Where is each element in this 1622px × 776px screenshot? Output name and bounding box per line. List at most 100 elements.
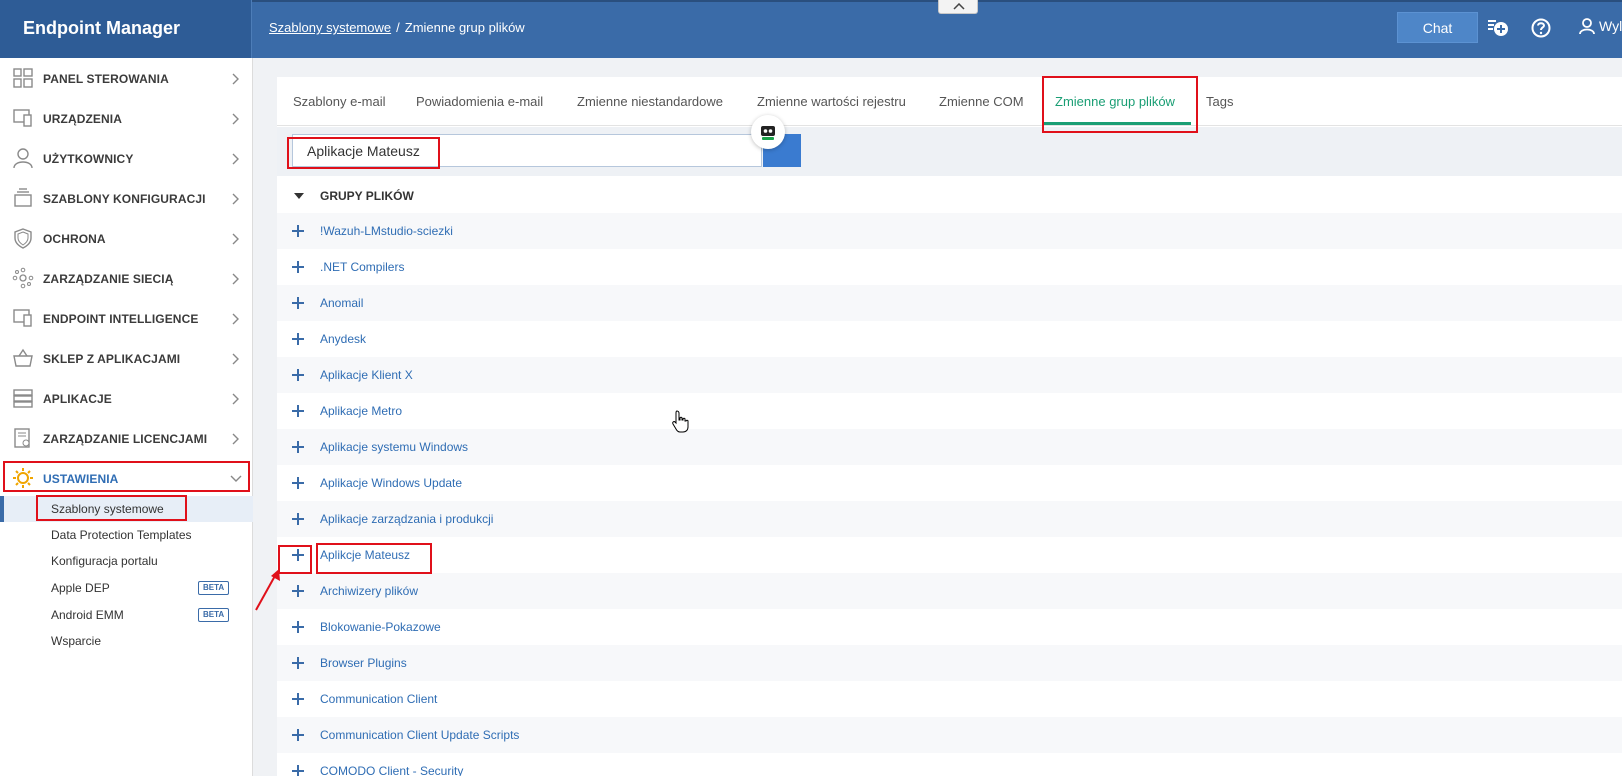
sidebar-item-uzytkownicy[interactable]: UŻYTKOWNICY [0, 139, 253, 179]
sidebar-item-endpoint-intelligence[interactable]: ENDPOINT INTELLIGENCE [0, 299, 253, 339]
file-group-name[interactable]: Anydesk [320, 332, 366, 346]
brand-area[interactable]: Endpoint Manager [0, 0, 252, 58]
search-input[interactable] [292, 134, 762, 167]
expand-plus-icon[interactable] [291, 332, 305, 346]
expand-plus-icon[interactable] [291, 404, 305, 418]
expand-plus-icon[interactable] [291, 584, 305, 598]
expand-plus-icon[interactable] [291, 548, 305, 562]
sidebar-item-ustawienia[interactable]: USTAWIENIA [0, 459, 253, 499]
list-item: Anydesk [277, 321, 1622, 357]
tab-powiadomienia-e-mail[interactable]: Powiadomienia e-mail [416, 94, 543, 109]
sidebar-item-label: USTAWIENIA [43, 472, 119, 486]
expand-plus-icon[interactable] [291, 260, 305, 274]
file-group-name[interactable]: Aplikacje zarządzania i produkcji [320, 512, 493, 526]
add-task-icon[interactable] [1487, 17, 1509, 39]
expand-plus-icon[interactable] [291, 764, 305, 776]
list-item: !Wazuh-LMstudio-sciezki [277, 213, 1622, 249]
file-group-name[interactable]: Aplikcje Mateusz [320, 548, 410, 562]
expand-plus-icon[interactable] [291, 728, 305, 742]
expand-plus-icon[interactable] [291, 476, 305, 490]
chevron-right-icon [232, 193, 239, 205]
tab-tags[interactable]: Tags [1206, 94, 1233, 109]
shield-icon [14, 228, 32, 249]
chevron-right-icon [232, 73, 239, 85]
user-label: Wyl [1599, 18, 1622, 35]
assistant-bot-button[interactable] [751, 115, 785, 149]
file-group-name[interactable]: Aplikacje Windows Update [320, 476, 462, 490]
expand-plus-icon[interactable] [291, 692, 305, 706]
annotation-arrow-icon [255, 569, 280, 611]
sidebar-item-label: ZARZĄDZANIE SIECIĄ [43, 272, 174, 286]
chevron-right-icon [232, 313, 239, 325]
sidebar-sub-item-label: Data Protection Templates [51, 528, 192, 542]
expand-plus-icon[interactable] [291, 368, 305, 382]
file-group-name[interactable]: Aplikacje Metro [320, 404, 402, 418]
breadcrumb-parent-link[interactable]: Szablony systemowe [269, 20, 391, 35]
intelligence-icon [13, 309, 32, 327]
breadcrumb-current: Zmienne grup plików [404, 20, 525, 35]
expand-plus-icon[interactable] [291, 440, 305, 454]
file-group-name[interactable]: Aplikacje Klient X [320, 368, 413, 382]
sidebar: PANEL STEROWANIA URZĄDZENIA UŻYTKOWNICY … [0, 58, 253, 776]
chevron-right-icon [232, 393, 239, 405]
active-tab-indicator [1042, 122, 1191, 125]
user-menu[interactable]: Wyl [1578, 17, 1622, 41]
tab-szablony-e-mail[interactable]: Szablony e-mail [293, 94, 386, 109]
chevron-right-icon [232, 233, 239, 245]
sidebar-item-aplikacje[interactable]: APLIKACJE [0, 379, 253, 419]
expand-plus-icon[interactable] [291, 224, 305, 238]
expand-plus-icon[interactable] [291, 512, 305, 526]
group-header-grupy-plikow[interactable]: GRUPY PLIKÓW [277, 177, 1622, 213]
file-group-name[interactable]: !Wazuh-LMstudio-sciezki [320, 224, 453, 238]
sidebar-sub-item-apple-dep[interactable]: Apple DEP BETA [0, 575, 253, 601]
chevron-down-icon [230, 475, 242, 482]
list-item: Anomail [277, 285, 1622, 321]
help-icon[interactable] [1530, 17, 1552, 39]
file-group-name[interactable]: Archiwizery plików [320, 584, 418, 598]
sidebar-sub-item-label: Konfiguracja portalu [51, 554, 158, 568]
file-group-name[interactable]: Communication Client [320, 692, 437, 706]
file-group-name[interactable]: Browser Plugins [320, 656, 407, 670]
tab-zmienne-com[interactable]: Zmienne COM [939, 94, 1024, 109]
sidebar-sub-item-szablony-systemowe[interactable]: Szablony systemowe [0, 496, 253, 522]
file-group-name[interactable]: Anomail [320, 296, 363, 310]
tab-zmienne-grup-plikow[interactable]: Zmienne grup plików [1055, 94, 1175, 109]
caret-down-icon [294, 193, 304, 199]
sidebar-item-zarzadzanie-siecia[interactable]: ZARZĄDZANIE SIECIĄ [0, 259, 253, 299]
tab-zmienne-niestandardowe[interactable]: Zmienne niestandardowe [577, 94, 723, 109]
expand-plus-icon[interactable] [291, 620, 305, 634]
tab-bar: Szablony e-mail Powiadomienia e-mail Zmi… [277, 77, 1622, 126]
list-item: Aplikacje Klient X [277, 357, 1622, 393]
sidebar-item-urzadzenia[interactable]: URZĄDZENIA [0, 99, 253, 139]
sidebar-item-panel-sterowania[interactable]: PANEL STEROWANIA [0, 59, 253, 99]
expand-plus-icon[interactable] [291, 656, 305, 670]
file-group-name[interactable]: COMODO Client - Security [320, 764, 463, 776]
list-item: COMODO Client - Security [277, 753, 1622, 776]
file-group-name[interactable]: Blokowanie-Pokazowe [320, 620, 441, 634]
tab-zmienne-wartosci-rejestru[interactable]: Zmienne wartości rejestru [757, 94, 906, 109]
list-item: Aplikacje zarządzania i produkcji [277, 501, 1622, 537]
sidebar-item-zarzadzanie-licencjami[interactable]: ZARZĄDZANIE LICENCJAMI [0, 419, 253, 459]
sidebar-item-ochrona[interactable]: OCHRONA [0, 219, 253, 259]
expand-plus-icon[interactable] [291, 296, 305, 310]
sidebar-sub-item-data-protection-templates[interactable]: Data Protection Templates [0, 522, 253, 548]
file-group-name[interactable]: Communication Client Update Scripts [320, 728, 519, 742]
license-icon [14, 428, 30, 448]
chevron-up-icon [953, 3, 965, 10]
sidebar-item-szablony-konfiguracji[interactable]: SZABLONY KONFIGURACJI [0, 179, 253, 219]
chevron-right-icon [232, 353, 239, 365]
sidebar-sub-item-wsparcie[interactable]: Wsparcie [0, 628, 253, 654]
sidebar-item-label: SKLEP Z APLIKACJAMI [43, 352, 181, 366]
sidebar-sub-item-konfiguracja-portalu[interactable]: Konfiguracja portalu [0, 548, 253, 574]
sidebar-sub-item-android-emm[interactable]: Android EMM BETA [0, 602, 253, 628]
network-icon [12, 267, 34, 289]
collapse-header-toggle[interactable] [938, 0, 978, 14]
sidebar-item-sklep-z-aplikacjami[interactable]: SKLEP Z APLIKACJAMI [0, 339, 253, 379]
templates-icon [14, 188, 32, 207]
file-group-name[interactable]: Aplikacje systemu Windows [320, 440, 468, 454]
chat-button[interactable]: Chat [1397, 12, 1478, 43]
group-header-label: GRUPY PLIKÓW [320, 189, 414, 203]
file-group-name[interactable]: .NET Compilers [320, 260, 404, 274]
beta-badge: BETA [198, 581, 230, 595]
sidebar-sub-item-label: Android EMM [51, 608, 124, 622]
